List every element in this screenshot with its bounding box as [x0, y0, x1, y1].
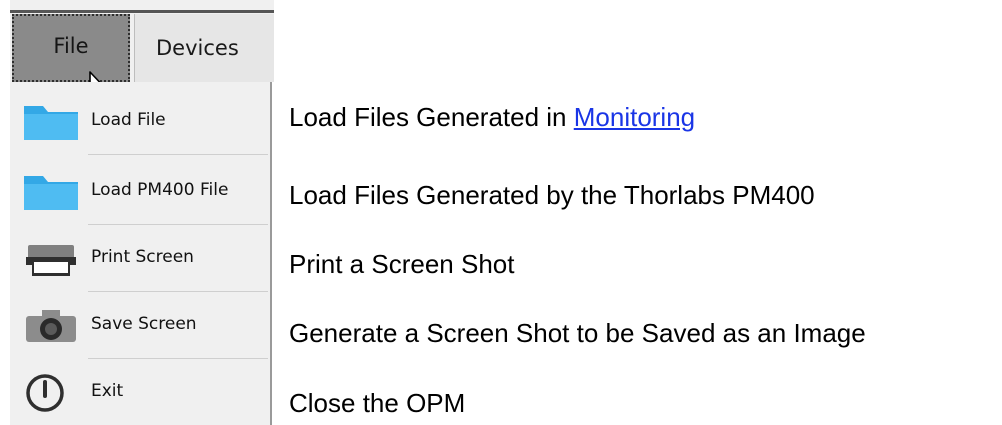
menu-item-save-screen[interactable]: Save Screen: [10, 290, 272, 358]
menu-item-label: Save Screen: [91, 314, 197, 334]
description-load-file: Load Files Generated in Monitoring: [289, 102, 695, 133]
file-dropdown-menu: Load File Load PM400 File Print Screen S…: [10, 82, 272, 425]
file-menu-label: File: [53, 34, 89, 58]
description-text: Load Files Generated in: [289, 102, 574, 132]
menu-item-label: Exit: [91, 381, 124, 401]
description-load-pm400: Load Files Generated by the Thorlabs PM4…: [289, 180, 815, 210]
camera-icon: [26, 310, 76, 342]
menu-bar-top-border: [10, 10, 274, 13]
menu-item-label: Print Screen: [91, 247, 194, 267]
menu-item-label: Load PM400 File: [91, 180, 229, 200]
printer-icon: [26, 245, 76, 276]
menu-item-exit[interactable]: Exit: [10, 357, 272, 425]
monitoring-link[interactable]: Monitoring: [574, 102, 695, 132]
menu-bar: File Devices: [10, 0, 274, 82]
power-icon: [26, 374, 64, 412]
menu-item-print-screen[interactable]: Print Screen: [10, 223, 272, 291]
menu-item-load-file[interactable]: Load File: [10, 86, 272, 154]
description-save-screen: Generate a Screen Shot to be Saved as an…: [289, 318, 866, 348]
menu-separator: [88, 154, 268, 155]
menu-item-label: Load File: [91, 110, 166, 130]
folder-icon: [24, 176, 78, 210]
folder-icon: [24, 106, 78, 140]
menu-item-load-pm400-file[interactable]: Load PM400 File: [10, 156, 272, 224]
description-print-screen: Print a Screen Shot: [289, 249, 515, 279]
devices-menu-button[interactable]: Devices: [134, 14, 274, 82]
description-exit: Close the OPM: [289, 388, 466, 418]
devices-menu-label: Devices: [156, 36, 239, 60]
